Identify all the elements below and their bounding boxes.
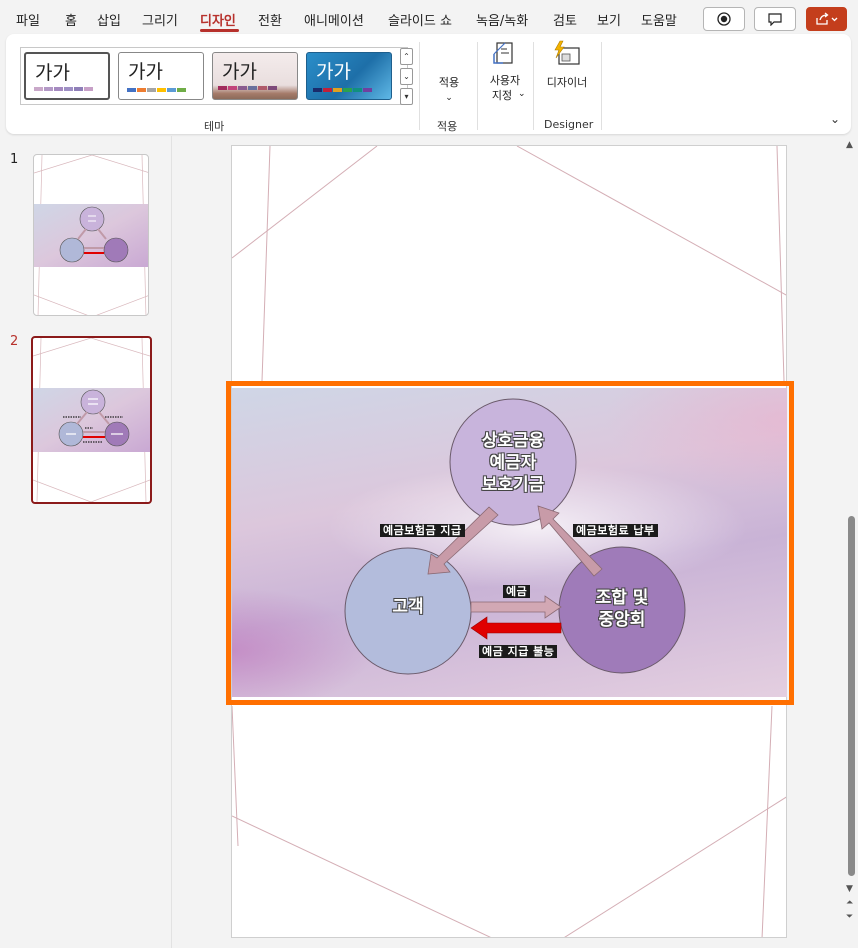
share-icon [815, 12, 837, 25]
comments-button[interactable] [754, 7, 796, 31]
selection-frame [226, 381, 794, 705]
designer-label: 디자이너 [546, 76, 588, 89]
menu-slideshow[interactable]: 슬라이드 쇼 [388, 10, 452, 29]
gallery-scroll-up[interactable]: ⌃ [400, 48, 413, 65]
thumbnail-number: 2 [10, 334, 19, 349]
record-button[interactable] [703, 7, 745, 31]
gallery-scroll-down[interactable]: ⌄ [400, 68, 413, 85]
scrollbar-thumb[interactable] [848, 516, 855, 876]
menu-record[interactable]: 녹음/녹화 [476, 10, 528, 29]
group-separator [533, 42, 534, 130]
thumbnail-pane: 1 2 [0, 136, 172, 948]
next-slide-icon[interactable]: ⏷ [846, 912, 853, 922]
thumbnail-number: 1 [10, 152, 19, 167]
theme-option-2[interactable]: 가가 [118, 52, 204, 100]
more-icon: ▾ [404, 92, 409, 101]
menu-review[interactable]: 검토 [553, 10, 577, 29]
slide-size-icon [493, 42, 513, 64]
slide-thumbnail-2[interactable] [31, 336, 152, 504]
apply-button[interactable]: 적용 ⌄ [430, 76, 468, 105]
designer-button[interactable]: 디자이너 [539, 40, 595, 100]
chevron-down-icon: ⌄ [518, 89, 526, 99]
theme-option-1[interactable]: 가가 [24, 52, 110, 100]
theme-preview-text: 가가 [35, 62, 70, 84]
group-label-designer: Designer [544, 118, 594, 131]
menu-file[interactable]: 파일 [16, 10, 40, 29]
chevron-down-icon: ⌄ [403, 72, 410, 81]
theme-preview-text: 가가 [316, 61, 351, 83]
theme-swatches [127, 88, 186, 92]
menu-animations[interactable]: 애니메이션 [304, 10, 364, 29]
menu-insert[interactable]: 삽입 [97, 10, 121, 29]
group-label-apply: 적용 [437, 120, 458, 133]
menu-bar: 파일 홈 삽입 그리기 디자인 전환 애니메이션 슬라이드 쇼 녹음/녹화 검토… [0, 0, 858, 36]
thumbnail-preview [33, 338, 150, 502]
menu-draw[interactable]: 그리기 [142, 10, 178, 29]
record-icon [717, 12, 731, 26]
slide-thumbnail-1[interactable] [33, 154, 149, 316]
chevron-down-icon: ⌄ [830, 112, 841, 126]
chevron-down-icon: ⌄ [445, 93, 453, 103]
vertical-scrollbar[interactable]: ▲ ▼ ⏶ ⏷ [843, 136, 858, 948]
customize-label-line1: 사용자 [489, 74, 521, 87]
menu-view[interactable]: 보기 [597, 10, 621, 29]
theme-swatches [313, 88, 372, 92]
theme-preview-text: 가가 [128, 61, 163, 83]
chevron-up-icon: ⌃ [403, 52, 410, 61]
share-button[interactable] [806, 7, 847, 31]
theme-preview-text: 가가 [222, 61, 257, 83]
group-separator [477, 42, 478, 130]
scroll-up-arrow-icon[interactable]: ▲ [846, 140, 853, 150]
menu-transitions[interactable]: 전환 [258, 10, 282, 29]
group-separator [419, 42, 420, 130]
scroll-down-arrow-icon[interactable]: ▼ [846, 884, 853, 894]
collapse-ribbon-button[interactable]: ⌄ [830, 112, 840, 126]
comment-icon [768, 12, 782, 26]
designer-icon [554, 40, 580, 65]
gallery-more-button[interactable]: ▾ [400, 88, 413, 105]
group-separator [601, 42, 602, 130]
prev-slide-icon[interactable]: ⏶ [846, 898, 853, 908]
theme-swatches [34, 87, 93, 91]
theme-option-3[interactable]: 가가 [212, 52, 298, 100]
menu-design[interactable]: 디자인 [200, 10, 236, 29]
theme-swatches [218, 86, 277, 90]
customize-button[interactable]: 사용자 지정 ⌄ [484, 40, 526, 106]
customize-label-line2: 지정 [491, 89, 513, 102]
menu-help[interactable]: 도움말 [641, 10, 677, 29]
apply-label: 적용 [438, 76, 460, 89]
group-label-theme: 테마 [204, 120, 225, 133]
ribbon: 가가 가가 가가 가가 ⌃ ⌄ ▾ 테마 적용 ⌄ 적용 사용자 지정 ⌄ 디자… [6, 34, 851, 134]
thumbnail-preview [34, 155, 148, 315]
menu-home[interactable]: 홈 [65, 10, 77, 29]
active-tab-indicator [200, 29, 239, 32]
theme-option-4[interactable]: 가가 [306, 52, 392, 100]
